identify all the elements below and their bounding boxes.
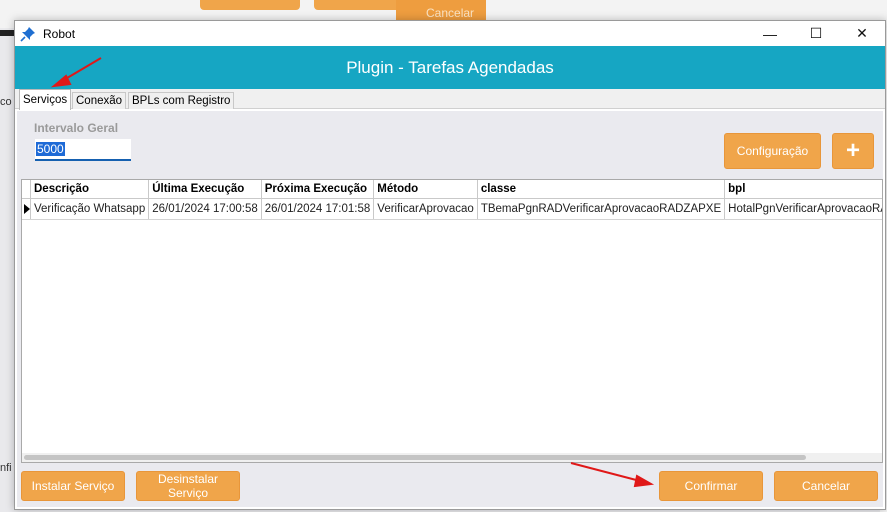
- scrollbar-thumb[interactable]: [24, 455, 806, 460]
- add-icon[interactable]: +: [832, 133, 874, 169]
- horizontal-scrollbar[interactable]: [22, 453, 882, 462]
- current-row-arrow-icon: [24, 203, 30, 214]
- minimize-button[interactable]: —: [747, 21, 793, 46]
- banner-title: Plugin - Tarefas Agendadas: [346, 57, 554, 77]
- cancelar-button[interactable]: Cancelar: [774, 471, 878, 501]
- row-indicator: [22, 198, 31, 220]
- close-button[interactable]: ✕: [839, 21, 885, 46]
- background-text: nfi: [0, 462, 12, 474]
- confirmar-button[interactable]: Confirmar: [659, 471, 763, 501]
- desinstalar-servico-button[interactable]: Desinstalar Serviço: [136, 471, 240, 501]
- background-button: [200, 0, 300, 10]
- cell-metodo[interactable]: VerificarAprovacao: [373, 198, 478, 220]
- table-row[interactable]: Verificação Whatsapp 26/01/2024 17:00:58…: [22, 198, 882, 220]
- row-indicator-header: [22, 180, 31, 199]
- intervalo-geral-value: 5000: [36, 142, 65, 156]
- intervalo-geral-input[interactable]: 5000: [35, 139, 131, 161]
- tab-strip: Serviços Conexão BPLs com Registro: [15, 89, 885, 110]
- tab-servicos[interactable]: Serviços: [19, 89, 72, 110]
- servicos-panel: Intervalo Geral 5000 Configuração + Desc…: [17, 111, 883, 507]
- col-header-classe[interactable]: classe: [477, 180, 726, 199]
- title-bar[interactable]: Robot — ☐ ✕: [15, 21, 885, 46]
- cell-bpl[interactable]: HotalPgnVerificarAprovacaoRADZAPXE.b: [724, 198, 882, 220]
- header-banner: Plugin - Tarefas Agendadas: [15, 46, 885, 89]
- tab-conexao[interactable]: Conexão: [72, 92, 127, 109]
- tab-bpls-com-registro[interactable]: BPLs com Registro: [128, 92, 235, 109]
- col-header-descricao[interactable]: Descrição: [30, 180, 150, 199]
- cell-ultima-execucao[interactable]: 26/01/2024 17:00:58: [148, 198, 262, 220]
- servicos-grid[interactable]: Descrição Última Execução Próxima Execuç…: [21, 179, 883, 463]
- pin-icon: [20, 26, 35, 42]
- intervalo-geral-label: Intervalo Geral: [34, 121, 119, 135]
- cell-descricao[interactable]: Verificação Whatsapp: [30, 198, 150, 220]
- maximize-button[interactable]: ☐: [793, 21, 839, 46]
- cell-classe[interactable]: TBemaPgnRADVerificarAprovacaoRADZAPXE: [477, 198, 726, 220]
- background-dark-bar: [0, 30, 14, 36]
- window-title: Robot: [43, 26, 76, 41]
- grid-header-row: Descrição Última Execução Próxima Execuç…: [22, 180, 882, 199]
- background-text: co: [0, 96, 12, 108]
- robot-window: Robot — ☐ ✕ Plugin - Tarefas Agendadas S…: [14, 20, 886, 510]
- col-header-metodo[interactable]: Método: [373, 180, 478, 199]
- col-header-proxima-execucao[interactable]: Próxima Execução: [261, 180, 375, 199]
- configuracao-button[interactable]: Configuração: [724, 133, 821, 169]
- cell-proxima-execucao[interactable]: 26/01/2024 17:01:58: [261, 198, 375, 220]
- col-header-ultima-execucao[interactable]: Última Execução: [148, 180, 262, 199]
- instalar-servico-button[interactable]: Instalar Serviço: [21, 471, 125, 501]
- col-header-bpl[interactable]: bpl: [724, 180, 882, 199]
